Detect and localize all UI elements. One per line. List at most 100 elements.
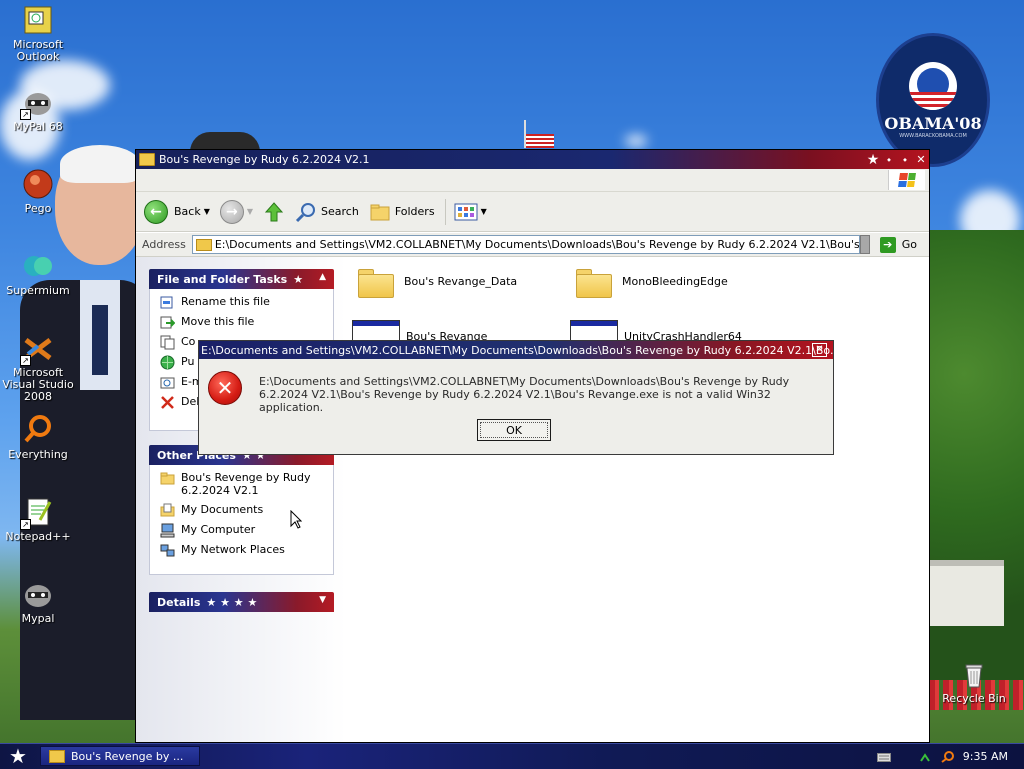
chevron-down-icon[interactable]: ▼ [319,595,326,605]
desktop-icon-label: Pego [24,202,52,215]
desktop-icon-outlook[interactable]: Microsoft Outlook [0,4,76,63]
go-button[interactable]: ➔ Go [879,236,917,253]
folder-icon [49,749,65,763]
task-move-file[interactable]: Move this file [160,315,333,335]
explorer-titlebar[interactable]: Bou's Revenge by Rudy 6.2.2024 V2.1 ★ ⬩ … [136,150,929,169]
network-places-icon [160,544,175,557]
taskbar: ★ Bou's Revenge by ... 9:35 AM [0,743,1024,769]
place-my-computer[interactable]: My Computer [160,523,333,543]
place-label: My Documents [181,503,264,516]
taskbar-window-label: Bou's Revenge by ... [71,749,184,763]
shortcut-arrow-icon: ↗ [20,109,31,120]
taskbar-window-button[interactable]: Bou's Revenge by ... [40,746,200,766]
place-label: Bou's Revenge by Rudy 6.2.2024 V2.1 [181,471,311,497]
minimize-button[interactable]: ⬩ [881,153,897,167]
windows-logo-icon [888,170,925,190]
visual-studio-icon: ↗ [20,332,54,366]
place-parent-folder[interactable]: Bou's Revenge by Rudy 6.2.2024 V2.1 [160,471,333,503]
maximize-button[interactable]: ⬩ [897,153,913,167]
desktop-icon-label: Microsoft Outlook [12,38,64,63]
place-label: My Network Places [181,543,285,556]
start-button[interactable]: ★ [4,745,32,767]
obama-badge-subtext: WWW.BARACKOBAMA.COM [899,132,967,139]
desktop-icon-notepadpp[interactable]: ↗ Notepad++ [0,496,76,543]
desktop-icon-mypal68[interactable]: ↗ MyPal 68 [0,86,76,133]
forward-button[interactable]: → ▼ [219,199,253,224]
star-icon: ★ ★ ★ ★ [206,595,258,609]
address-dropdown-button[interactable] [859,235,870,254]
task-label: Del [181,395,200,408]
network-tray-icon[interactable] [919,751,933,763]
desktop-icon-recycle-bin[interactable]: Recycle Bin [936,658,1012,705]
file-item-folder[interactable]: MonoBleedingEdge [574,265,728,298]
views-button[interactable]: ▼ [454,203,487,221]
raccoon-icon: ↗ [20,86,54,120]
task-rename-file[interactable]: Rename this file [160,295,333,315]
delete-icon [161,396,174,409]
explorer-title: Bou's Revenge by Rudy 6.2.2024 V2.1 [159,153,370,166]
star-icon: ★ [866,151,880,168]
menu-bar [136,169,929,192]
folders-button[interactable]: Folders [369,202,435,222]
ok-button[interactable]: OK [477,419,551,441]
views-icon [454,203,478,220]
notepad-icon: ↗ [20,496,54,530]
folder-icon [574,265,612,298]
desktop-icon-label: MyPal 68 [13,120,63,133]
file-folder-tasks-header[interactable]: File and Folder Tasks ★ ▲ [149,269,334,289]
error-dialog-titlebar[interactable]: E:\Documents and Settings\VM2.COLLABNET\… [199,341,833,359]
folder-icon [195,238,212,251]
desktop-icon-mypal[interactable]: Mypal [0,578,76,625]
task-label: Co [181,335,196,348]
address-label: Address [142,238,186,251]
rename-icon [160,296,173,309]
chevron-up-icon[interactable]: ▲ [319,272,326,282]
clock[interactable]: 9:35 AM [963,750,1008,763]
outlook-icon [22,4,54,36]
search-label: Search [321,205,359,218]
keyboard-icon[interactable] [876,751,891,763]
obama-badge: OBAMA'08 WWW.BARACKOBAMA.COM [876,33,990,167]
toolbar-separator [444,198,446,225]
go-label: Go [901,238,917,251]
address-bar: Address E:\Documents and Settings\VM2.CO… [136,233,929,257]
mouse-cursor-icon [290,510,302,529]
system-tray: 9:35 AM [874,744,1024,769]
search-ring-icon [22,414,54,446]
search-icon [295,202,316,222]
wallpaper-flag [524,120,554,148]
desktop-icon-visual-studio[interactable]: ↗ Microsoft Visual Studio 2008 [0,332,76,403]
desktop-icon-supermium[interactable]: Supermium [0,250,76,297]
folders-icon [370,204,390,220]
publish-icon [160,355,175,370]
back-button[interactable]: ← Back ▼ [144,199,210,224]
task-label: Rename this file [181,295,270,308]
file-item-folder[interactable]: Bou's Revange_Data [356,265,518,298]
desktop-icon-everything[interactable]: Everything [0,414,76,461]
pego-icon [22,168,54,200]
standard-toolbar: ← Back ▼ → ▼ Search Folders ▼ [136,192,929,232]
up-button[interactable] [263,201,285,223]
desktop-icon-label: Mypal [21,612,55,625]
place-label: My Computer [181,523,256,536]
close-button[interactable]: ✕ [913,153,929,167]
desktop-icon-label: Supermium [6,284,70,297]
details-header[interactable]: Details ★ ★ ★ ★ ▼ [149,592,334,612]
close-button[interactable]: ✕ [812,343,827,357]
other-places-panel: Bou's Revenge by Rudy 6.2.2024 V2.1 My D… [149,465,334,575]
star-icon: ★ [293,272,304,286]
address-input[interactable]: E:\Documents and Settings\VM2.COLLABNET\… [191,235,860,254]
move-icon [160,316,175,329]
error-dialog-title: E:\Documents and Settings\VM2.COLLABNET\… [201,343,833,357]
search-button[interactable]: Search [295,201,359,223]
task-label: Move this file [181,315,255,328]
file-name: Bou's Revange_Data [404,274,518,288]
my-documents-icon [160,503,175,517]
cloud [625,135,647,147]
place-my-network-places[interactable]: My Network Places [160,543,333,563]
back-label: Back [174,205,201,218]
place-my-documents[interactable]: My Documents [160,503,333,523]
desktop-icon-pego[interactable]: Pego [0,168,76,215]
everything-tray-icon[interactable] [941,750,955,763]
folder-up-icon [264,201,284,221]
